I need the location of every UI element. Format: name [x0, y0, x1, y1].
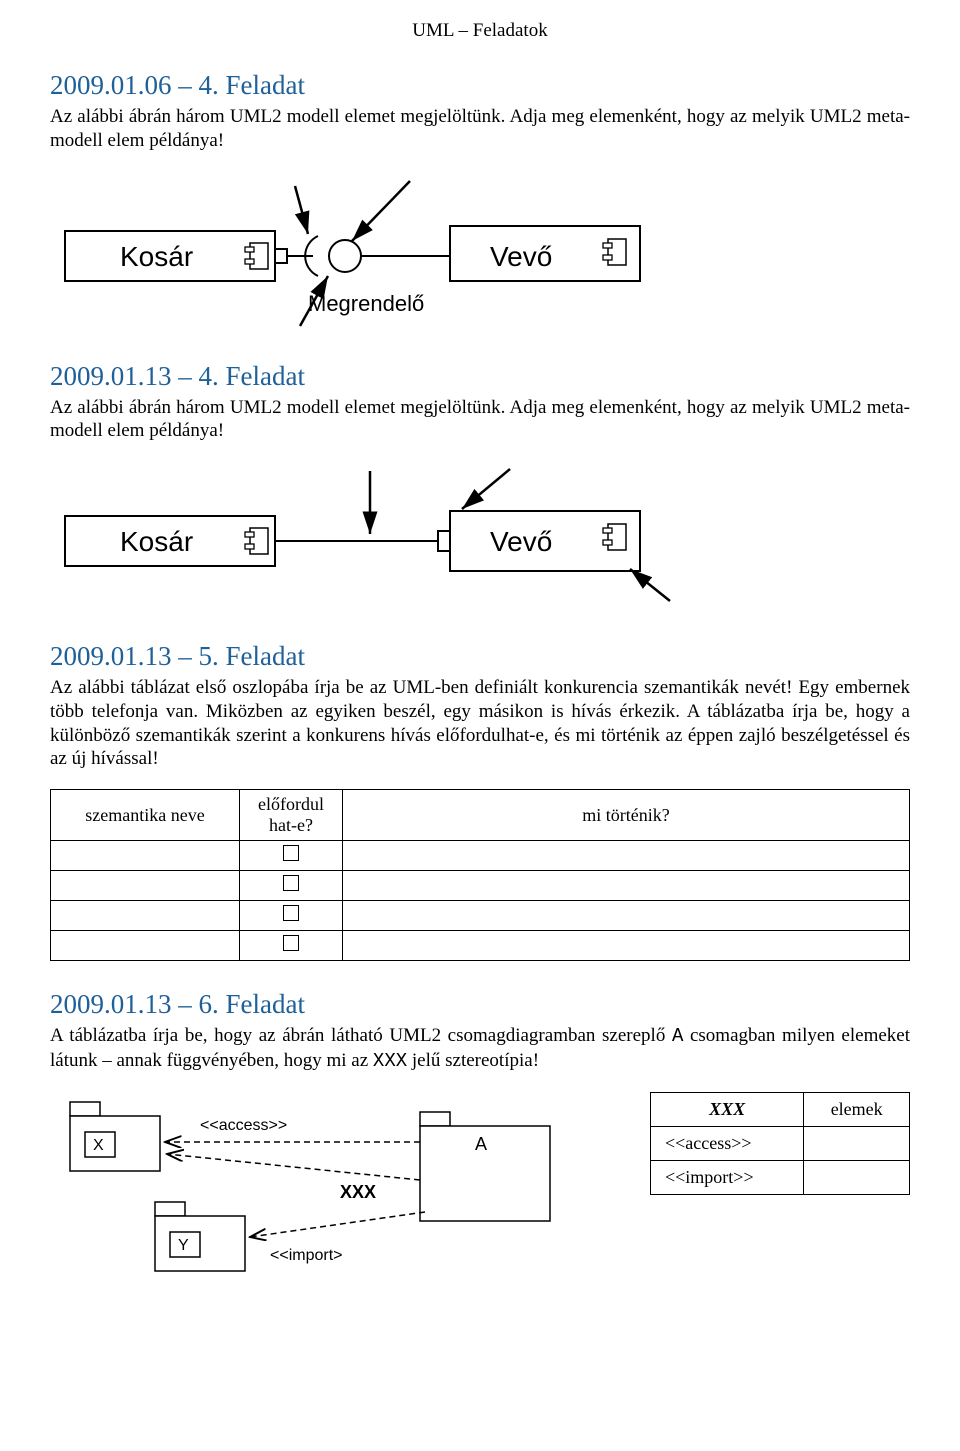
- task4-table: XXX elemek <<access>> <<import>>: [650, 1092, 910, 1195]
- pkg-a-label: A: [475, 1134, 487, 1154]
- table-row: <<access>>: [651, 1126, 910, 1160]
- task2-body: Az alábbi ábrán három UML2 modell elemet…: [50, 396, 910, 444]
- checkbox-icon[interactable]: [283, 905, 299, 921]
- task3-body: Az alábbi táblázat első oszlopába írja b…: [50, 676, 910, 771]
- checkbox-icon[interactable]: [283, 845, 299, 861]
- task1-body: Az alábbi ábrán három UML2 modell elemet…: [50, 105, 910, 153]
- th-elemek: elemek: [804, 1092, 910, 1126]
- label-kosar: Kosár: [120, 241, 193, 272]
- label-access: <<access>>: [200, 1117, 287, 1134]
- task1-diagram: Kosár Megrendelő Vevő: [50, 171, 910, 331]
- task2-title: 2009.01.13 – 4. Feladat: [50, 361, 910, 392]
- task4-title: 2009.01.13 – 6. Feladat: [50, 989, 910, 1020]
- task1-title: 2009.01.06 – 4. Feladat: [50, 70, 910, 101]
- col-elofordul: előfordul hat-e?: [239, 790, 342, 841]
- checkbox-icon[interactable]: [283, 935, 299, 951]
- label-import: <<import>: [270, 1247, 342, 1264]
- table-row: [51, 931, 910, 961]
- table-row: [51, 901, 910, 931]
- task2-diagram: Kosár Vevő: [50, 461, 910, 611]
- label-xxx: XXX: [340, 1182, 376, 1202]
- table-row: [51, 871, 910, 901]
- task3-title: 2009.01.13 – 5. Feladat: [50, 641, 910, 672]
- col-mitortenik: mi történik?: [343, 790, 910, 841]
- table-row: <<import>>: [651, 1160, 910, 1194]
- checkbox-icon[interactable]: [283, 875, 299, 891]
- col-szemantika: szemantika neve: [51, 790, 240, 841]
- task4-body: A táblázatba írja be, hogy az ábrán láth…: [50, 1024, 910, 1074]
- page-header: UML – Feladatok: [50, 20, 910, 42]
- task3-table: szemantika neve előfordul hat-e? mi tört…: [50, 789, 910, 961]
- label-vevo2: Vevő: [490, 526, 552, 557]
- pkg-y-label: Y: [178, 1237, 189, 1254]
- label-vevo: Vevő: [490, 241, 552, 272]
- pkg-x-label: X: [93, 1137, 104, 1154]
- label-kosar2: Kosár: [120, 526, 193, 557]
- label-megrendelo: Megrendelő: [308, 291, 424, 316]
- th-xxx: XXX: [651, 1092, 804, 1126]
- table-row: [51, 841, 910, 871]
- task4-diagram: X Y A <<access>> XXX <<import>: [50, 1092, 590, 1282]
